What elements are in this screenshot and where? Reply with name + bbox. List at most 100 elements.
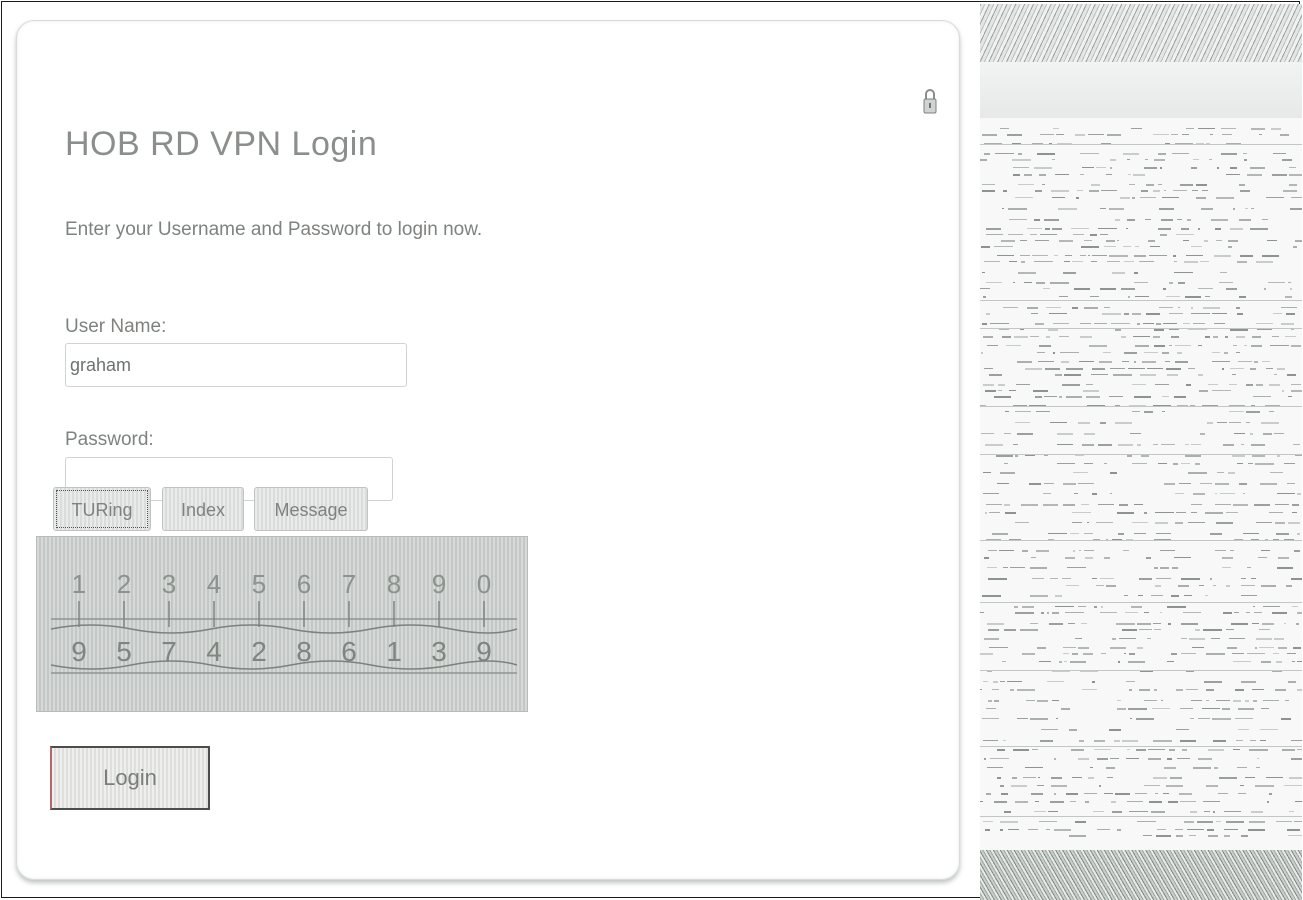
side-noise-mark bbox=[1081, 623, 1087, 624]
side-noise-mark bbox=[1180, 740, 1196, 742]
side-noise-mark bbox=[1291, 740, 1302, 741]
side-noise-mark bbox=[983, 493, 999, 494]
side-noise-mark bbox=[1164, 483, 1175, 485]
turing-ring-panel[interactable]: 1234567890 9574286139 bbox=[36, 536, 528, 712]
side-noise-mark bbox=[1050, 578, 1058, 579]
side-noise-mark bbox=[999, 550, 1014, 551]
tab-message[interactable]: Message bbox=[254, 487, 368, 531]
side-noise-mark bbox=[990, 758, 1009, 759]
side-noise-mark bbox=[1233, 700, 1241, 702]
turing-bottom-digit[interactable]: 3 bbox=[431, 636, 447, 667]
side-noise-mark bbox=[1184, 821, 1194, 823]
side-noise-mark bbox=[1103, 352, 1111, 353]
side-noise-mark bbox=[1191, 167, 1197, 169]
side-noise-mark bbox=[1008, 208, 1027, 210]
side-noise-mark bbox=[1153, 336, 1160, 338]
turing-bottom-digit[interactable]: 2 bbox=[251, 636, 267, 667]
turing-bottom-digit[interactable]: 9 bbox=[71, 636, 87, 667]
turing-bottom-digit[interactable]: 9 bbox=[476, 636, 492, 667]
side-noise-mark bbox=[1219, 282, 1233, 283]
side-noise-mark bbox=[1051, 777, 1062, 779]
side-noise-mark bbox=[1072, 307, 1078, 309]
side-noise-mark bbox=[1183, 240, 1189, 241]
side-noise-mark bbox=[1104, 463, 1107, 464]
side-noise-mark bbox=[1081, 246, 1099, 248]
side-noise-mark bbox=[1129, 811, 1148, 812]
side-noise-mark bbox=[1165, 361, 1170, 362]
tab-turing[interactable]: TURing bbox=[53, 487, 151, 531]
side-noise-mark bbox=[1175, 143, 1193, 144]
turing-bottom-digit[interactable]: 7 bbox=[161, 636, 177, 667]
side-noise-mark bbox=[1129, 653, 1135, 655]
side-noise-mark bbox=[1088, 255, 1090, 256]
side-noise-mark bbox=[1082, 167, 1094, 168]
side-noise-mark bbox=[983, 384, 994, 386]
side-noise-mark bbox=[1007, 134, 1022, 136]
side-noise-mark bbox=[1208, 749, 1224, 751]
side-noise-mark bbox=[1236, 740, 1243, 741]
side-noise-mark bbox=[1151, 811, 1165, 813]
side-noise-mark bbox=[1013, 405, 1027, 406]
side-noise-mark bbox=[1092, 368, 1105, 370]
side-noise-mark bbox=[1262, 623, 1274, 625]
side-noise-mark bbox=[1115, 405, 1120, 406]
side-noise-mark bbox=[1287, 483, 1295, 484]
side-noise-mark bbox=[1271, 128, 1281, 130]
turing-bottom-digit[interactable]: 5 bbox=[116, 636, 132, 667]
side-noise-mark bbox=[1163, 323, 1177, 324]
side-noise-mark bbox=[1030, 623, 1038, 624]
turing-bottom-digit[interactable]: 8 bbox=[296, 636, 312, 667]
side-noise-mark bbox=[983, 681, 988, 682]
side-noise-mark bbox=[1201, 208, 1213, 210]
side-noise-mark bbox=[1008, 234, 1023, 235]
side-noise-mark bbox=[1041, 612, 1044, 614]
username-field[interactable] bbox=[65, 343, 407, 387]
side-noise-mark bbox=[1084, 433, 1095, 435]
side-noise-mark bbox=[1107, 261, 1120, 262]
side-noise-mark bbox=[1198, 718, 1210, 719]
side-noise-mark bbox=[1288, 835, 1302, 836]
side-noise-mark bbox=[1076, 197, 1079, 199]
side-noise-mark bbox=[1085, 557, 1093, 559]
side-noise-mark bbox=[1127, 455, 1132, 457]
side-noise-mark bbox=[1227, 647, 1237, 649]
side-noise-mark bbox=[1284, 785, 1302, 786]
side-noise-mark bbox=[1071, 228, 1089, 229]
side-noise-mark bbox=[1005, 411, 1009, 412]
side-noise-mark bbox=[1126, 758, 1139, 759]
turing-bottom-digit[interactable]: 4 bbox=[206, 636, 222, 667]
side-noise-mark bbox=[1228, 246, 1232, 248]
side-noise-mark bbox=[1054, 758, 1056, 760]
tab-index[interactable]: Index bbox=[162, 487, 244, 531]
side-noise-mark bbox=[1015, 522, 1029, 523]
side-noise-mark bbox=[1214, 323, 1225, 324]
side-noise-mark bbox=[1002, 661, 1006, 662]
side-noise-mark bbox=[998, 384, 1005, 386]
turing-top-digit: 2 bbox=[117, 569, 131, 599]
login-button[interactable]: Login bbox=[50, 746, 210, 810]
side-noise-mark bbox=[1291, 390, 1302, 392]
side-noise-mark bbox=[1047, 681, 1064, 682]
side-noise-mark bbox=[1074, 493, 1078, 494]
side-noise-mark bbox=[1037, 153, 1055, 155]
side-noise-mark bbox=[1287, 653, 1296, 654]
side-noise-mark bbox=[1199, 585, 1204, 586]
side-noise-mark bbox=[1106, 585, 1116, 587]
side-noise-mark bbox=[1031, 557, 1036, 558]
turing-bottom-digit[interactable]: 6 bbox=[341, 636, 357, 667]
side-noise-mark bbox=[1175, 345, 1191, 346]
side-noise-mark bbox=[1168, 801, 1178, 803]
side-noise-mark bbox=[1176, 512, 1186, 513]
turing-bottom-digit[interactable]: 1 bbox=[386, 636, 402, 667]
side-noise-mark bbox=[1054, 829, 1071, 831]
side-noise-mark bbox=[1289, 174, 1302, 176]
side-noise-mark bbox=[1212, 352, 1220, 353]
side-noise-mark bbox=[1184, 595, 1192, 596]
side-noise-mark bbox=[1185, 444, 1189, 445]
side-noise-mark bbox=[987, 767, 1003, 768]
side-noise-mark bbox=[1013, 444, 1018, 445]
side-noise-mark bbox=[996, 455, 1013, 457]
side-noise-mark bbox=[992, 689, 999, 690]
side-noise-mark bbox=[1232, 374, 1236, 375]
side-noise-mark bbox=[1263, 433, 1272, 435]
